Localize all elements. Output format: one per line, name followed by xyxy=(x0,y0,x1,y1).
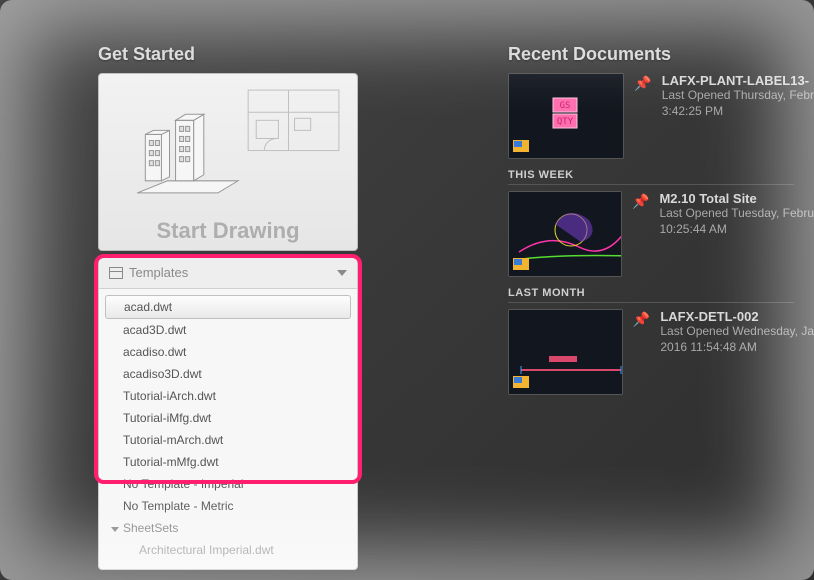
dwg-badge-icon xyxy=(513,374,529,390)
template-item[interactable]: Tutorial-iMfg.dwt xyxy=(99,407,357,429)
recent-doc[interactable]: GS QTY 📌 LAFX-PLANT-LABEL13- Last Opened… xyxy=(508,73,814,159)
templates-header-label: Templates xyxy=(129,265,188,280)
recent-documents-panel: Recent Documents GS QTY 📌 LAFX-PLANT-LAB… xyxy=(508,44,814,405)
template-item-no-metric[interactable]: No Template - Metric xyxy=(99,495,357,517)
get-started-panel: Get Started xyxy=(98,44,358,251)
dwg-badge-icon xyxy=(513,138,529,154)
doc-name: LAFX-PLANT-LABEL13- xyxy=(662,73,814,88)
group-this-week: THIS WEEK xyxy=(508,169,794,185)
template-item[interactable]: Tutorial-mArch.dwt xyxy=(99,429,357,451)
recent-documents-title: Recent Documents xyxy=(508,44,814,65)
doc-time: 10:25:44 AM xyxy=(659,222,814,238)
template-grid-icon xyxy=(109,267,123,279)
doc-meta: M2.10 Total Site Last Opened Tuesday, Fe… xyxy=(659,191,814,277)
svg-text:QTY: QTY xyxy=(557,117,574,127)
templates-dropdown: Templates acad.dwt acad3D.dwt acadiso.dw… xyxy=(98,256,358,570)
doc-meta: LAFX-DETL-002 Last Opened Wednesday, Ja … xyxy=(660,309,814,395)
svg-text:GS: GS xyxy=(560,101,571,111)
group-last-month: LAST MONTH xyxy=(508,287,794,303)
doc-time: 3:42:25 PM xyxy=(662,104,814,120)
start-drawing-label: Start Drawing xyxy=(99,218,357,244)
chevron-down-icon xyxy=(111,527,119,532)
doc-thumbnail xyxy=(508,191,622,277)
pin-icon[interactable]: 📌 xyxy=(632,193,649,277)
template-item[interactable]: Tutorial-iArch.dwt xyxy=(99,385,357,407)
recent-doc[interactable]: 📌 LAFX-DETL-002 Last Opened Wednesday, J… xyxy=(508,309,814,395)
start-drawing-tile[interactable]: Start Drawing xyxy=(98,73,358,251)
chevron-down-icon xyxy=(337,270,347,276)
doc-time: 2016 11:54:48 AM xyxy=(660,340,814,356)
doc-name: M2.10 Total Site xyxy=(659,191,814,206)
template-item[interactable]: acad3D.dwt xyxy=(99,319,357,341)
template-list: acad.dwt acad3D.dwt acadiso.dwt acadiso3… xyxy=(99,289,357,567)
doc-last-opened: Last Opened Tuesday, Febru xyxy=(659,206,814,222)
template-item[interactable]: Tutorial-mMfg.dwt xyxy=(99,451,357,473)
sheetsets-group[interactable]: SheetSets xyxy=(99,517,357,539)
doc-name: LAFX-DETL-002 xyxy=(660,309,814,324)
template-item[interactable]: acadiso.dwt xyxy=(99,341,357,363)
template-item[interactable]: acadiso3D.dwt xyxy=(99,363,357,385)
start-drawing-graphic xyxy=(107,82,349,213)
template-item-no-imperial[interactable]: No Template - Imperial xyxy=(99,473,357,495)
doc-last-opened: Last Opened Wednesday, Ja xyxy=(660,324,814,340)
doc-last-opened: Last Opened Thursday, Febr xyxy=(662,88,814,104)
templates-header[interactable]: Templates xyxy=(99,257,357,289)
sheetsets-label: SheetSets xyxy=(123,521,178,535)
dwg-badge-icon xyxy=(513,256,529,272)
template-item[interactable]: acad.dwt xyxy=(105,295,351,319)
get-started-title: Get Started xyxy=(98,44,358,65)
sheetset-item[interactable]: Architectural Imperial.dwt xyxy=(99,539,357,561)
pin-icon[interactable]: 📌 xyxy=(634,75,651,159)
doc-meta: LAFX-PLANT-LABEL13- Last Opened Thursday… xyxy=(662,73,814,159)
doc-thumbnail xyxy=(508,309,623,395)
doc-thumbnail: GS QTY xyxy=(508,73,624,159)
recent-doc[interactable]: 📌 M2.10 Total Site Last Opened Tuesday, … xyxy=(508,191,814,277)
pin-icon[interactable]: 📌 xyxy=(633,311,650,395)
